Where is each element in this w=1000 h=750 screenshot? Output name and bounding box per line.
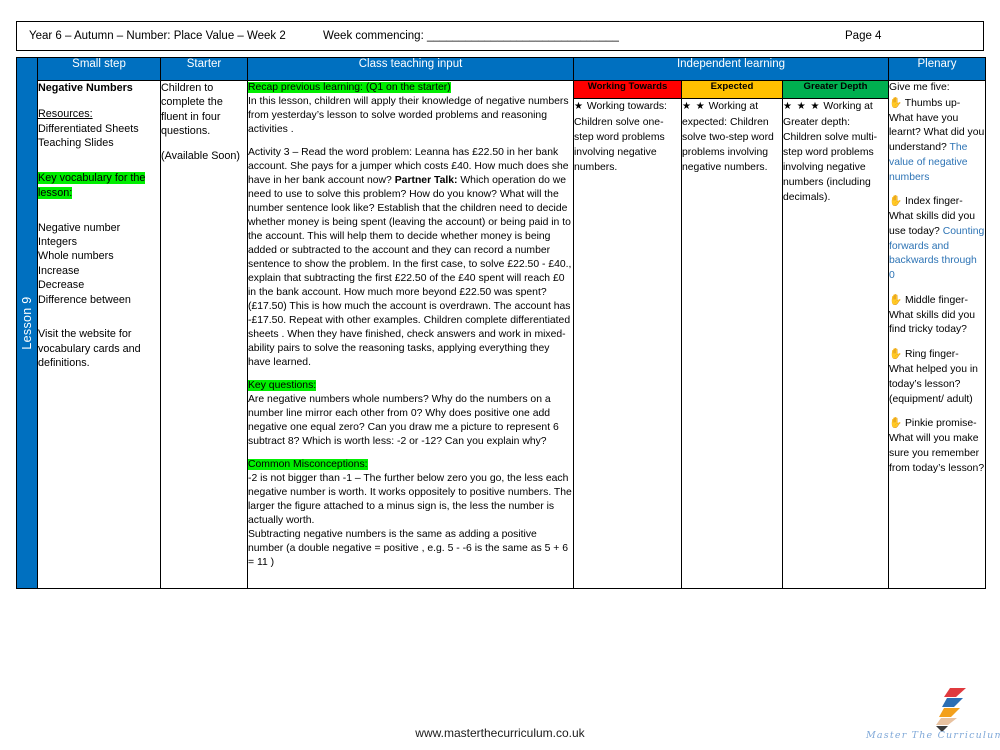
vocab-item: Increase <box>38 264 80 277</box>
key-vocabulary-heading: Key vocabulary for the lesson: <box>38 171 160 201</box>
plenary-item-question: Pinkie promise- What will you make sure … <box>889 418 985 474</box>
recap-heading-text: Recap previous learning: (Q1 on the star… <box>248 82 451 93</box>
column-header-small-step: Small step <box>37 57 161 81</box>
rag-header-working-towards: Working Towards <box>573 80 682 99</box>
week-commencing-field: Week commencing: _______________________… <box>323 30 619 42</box>
column-header-starter: Starter <box>160 57 248 81</box>
lesson-spine-label: Lesson 9 <box>20 296 34 350</box>
small-step-title: Negative Numbers <box>38 82 133 94</box>
page-header-bar: Year 6 – Autumn – Number: Place Value – … <box>16 21 984 51</box>
starter-cell: Children to complete the fluent in four … <box>160 80 248 589</box>
plenary-item: ✋ Middle finger- What skills did you fin… <box>889 293 985 338</box>
key-questions-heading-text: Key questions: <box>248 379 317 391</box>
hand-icon: ✋ <box>889 293 903 306</box>
misconceptions-body-1: -2 is not bigger than -1 – The further b… <box>248 472 572 526</box>
misconceptions-heading: Common Misconceptions: <box>248 458 573 472</box>
small-step-footnote: Visit the website for vocabulary cards a… <box>38 328 141 370</box>
plenary-cell: Give me five: ✋ Thumbs up- What have you… <box>888 80 986 589</box>
starter-line-1: Children to complete the fluent in four … <box>161 82 223 138</box>
rag-header-greater-depth: Greater Depth <box>782 80 889 99</box>
starter-line-2: (Available Soon) <box>161 149 241 162</box>
logo-wordmark: Master The Curriculum <box>866 730 1000 741</box>
column-header-class-teaching-input: Class teaching input <box>247 57 574 81</box>
vocab-item: Whole numbers <box>38 250 114 263</box>
independent-learning-cell-expected: ★ ★ Working at expected: Children solve … <box>681 98 783 589</box>
partner-talk-label: Partner Talk: <box>394 174 458 186</box>
recap-heading: Recap previous learning: (Q1 on the star… <box>248 81 573 95</box>
star-rating: ★ <box>574 101 584 112</box>
column-header-plenary: Plenary <box>888 57 986 81</box>
resource-item: Differentiated Sheets <box>38 122 139 135</box>
recap-body: In this lesson, children will apply thei… <box>248 95 569 135</box>
master-the-curriculum-logo: Master The Curriculum <box>866 686 1000 748</box>
table-header-row: Lesson 9 Small step Starter Class teachi… <box>16 57 986 589</box>
vocab-item: Negative number <box>38 221 121 234</box>
column-header-independent-learning: Independent learning <box>573 57 889 81</box>
misconceptions-heading-text: Common Misconceptions: <box>248 458 368 470</box>
key-questions-heading: Key questions: <box>248 379 573 393</box>
class-teaching-input-cell: Recap previous learning: (Q1 on the star… <box>247 80 574 589</box>
plenary-item: ✋ Index finger- What skills did you use … <box>889 194 985 284</box>
independent-learning-cell-greater-depth: ★ ★ ★ Working at Greater depth: Children… <box>782 98 889 589</box>
resource-item: Teaching Slides <box>38 137 114 150</box>
rag-body-text: Children solve one-step word problems in… <box>574 116 665 173</box>
hand-icon: ✋ <box>889 348 903 361</box>
vocab-item: Integers <box>38 236 78 248</box>
rag-subheader-row: Negative Numbers Resources: Differentiat… <box>17 80 986 589</box>
resources-label: Resources: <box>38 108 93 121</box>
hand-icon: ✋ <box>889 417 903 430</box>
plenary-intro: Give me five: <box>889 82 950 93</box>
hand-icon: ✋ <box>889 195 903 208</box>
rag-body-text: Children solve multi-step word problems … <box>783 131 878 203</box>
pencil-logo-icon <box>936 688 966 732</box>
plenary-item: ✋ Ring finger- What helped you in today’… <box>889 347 985 407</box>
lesson-plan-table: Lesson 9 Small step Starter Class teachi… <box>16 57 986 589</box>
key-vocabulary-heading-text: Key vocabulary for the lesson: <box>38 171 146 199</box>
plenary-item: ✋ Thumbs up- What have you learnt? What … <box>889 96 985 186</box>
footer-website-url: www.masterthecurriculum.co.uk <box>415 726 585 740</box>
plenary-item-question: Ring finger- What helped you in today’s … <box>889 349 978 405</box>
plenary-item-question: Thumbs up- What have you learnt? What di… <box>889 97 985 154</box>
activity-paragraph: Activity 3 – Read the word problem: Lean… <box>248 146 573 370</box>
small-step-cell: Negative Numbers Resources: Differentiat… <box>37 80 161 589</box>
star-rating: ★ ★ ★ <box>783 101 821 112</box>
misconceptions-body-2: Subtracting negative numbers is the same… <box>248 528 568 568</box>
rag-lead-text: Working towards: <box>586 101 667 112</box>
plenary-item-question: Middle finger- What skills did you find … <box>889 294 976 336</box>
key-questions-body: Are negative numbers whole numbers? Why … <box>248 393 559 447</box>
vocab-item: Decrease <box>38 279 85 292</box>
lesson-spine: Lesson 9 <box>16 57 38 589</box>
vocab-item: Difference between <box>38 293 131 306</box>
unit-title: Year 6 – Autumn – Number: Place Value – … <box>29 30 286 42</box>
activity-text-post: Which operation do we need to use to sol… <box>248 174 572 368</box>
independent-learning-cell-working-towards: ★ Working towards: Children solve one-st… <box>573 98 682 589</box>
rag-header-expected: Expected <box>681 80 783 99</box>
page-number: Page 4 <box>845 30 882 42</box>
star-rating: ★ ★ <box>682 101 706 112</box>
hand-icon: ✋ <box>889 96 903 109</box>
plenary-item: ✋ Pinkie promise- What will you make sur… <box>889 416 985 476</box>
